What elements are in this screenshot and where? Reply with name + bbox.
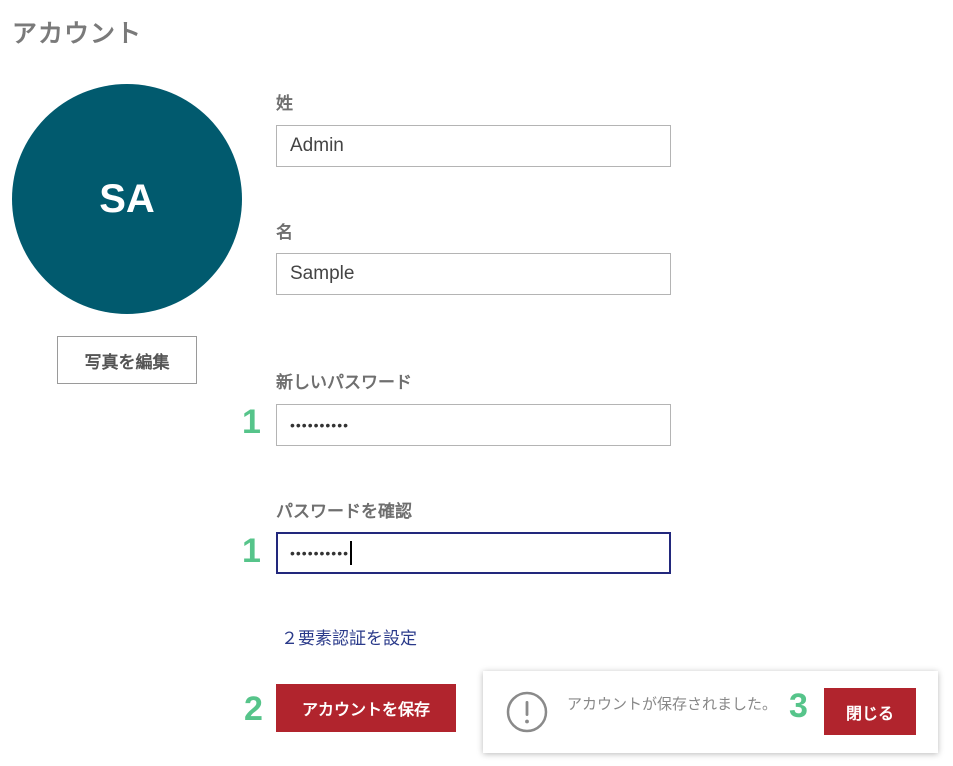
confirm-password-value: •••••••••• xyxy=(290,545,350,561)
toast-notification: アカウントが保存されました。 3 閉じる xyxy=(483,671,938,753)
new-password-field[interactable]: •••••••••• xyxy=(276,404,671,446)
edit-photo-button[interactable]: 写真を編集 xyxy=(57,336,197,384)
last-name-value: Admin xyxy=(290,135,344,156)
first-name-label: 名 xyxy=(276,223,293,243)
confirm-password-field[interactable]: •••••••••• xyxy=(276,532,671,574)
last-name-field[interactable]: Admin xyxy=(276,125,671,167)
new-password-value: •••••••••• xyxy=(290,417,350,433)
step-marker-2: 2 xyxy=(244,690,263,728)
first-name-field[interactable]: Sample xyxy=(276,253,671,295)
last-name-label: 姓 xyxy=(276,94,293,114)
step-marker-1: 1 xyxy=(242,403,261,441)
avatar: SA xyxy=(12,84,242,314)
step-marker-3: 3 xyxy=(789,687,808,725)
new-password-label: 新しいパスワード xyxy=(276,373,412,393)
toast-message: アカウントが保存されました。 xyxy=(567,695,778,713)
exclamation-circle-icon xyxy=(506,691,548,733)
avatar-initials: SA xyxy=(99,176,155,221)
save-account-button[interactable]: アカウントを保存 xyxy=(276,684,456,732)
two-factor-link[interactable]: ２要素認証を設定 xyxy=(281,624,417,649)
step-marker-1b: 1 xyxy=(242,532,261,570)
close-toast-button[interactable]: 閉じる xyxy=(824,688,916,735)
confirm-password-label: パスワードを確認 xyxy=(276,502,412,522)
text-cursor xyxy=(350,541,353,565)
page-title: アカウント xyxy=(12,19,143,48)
first-name-value: Sample xyxy=(290,263,355,284)
